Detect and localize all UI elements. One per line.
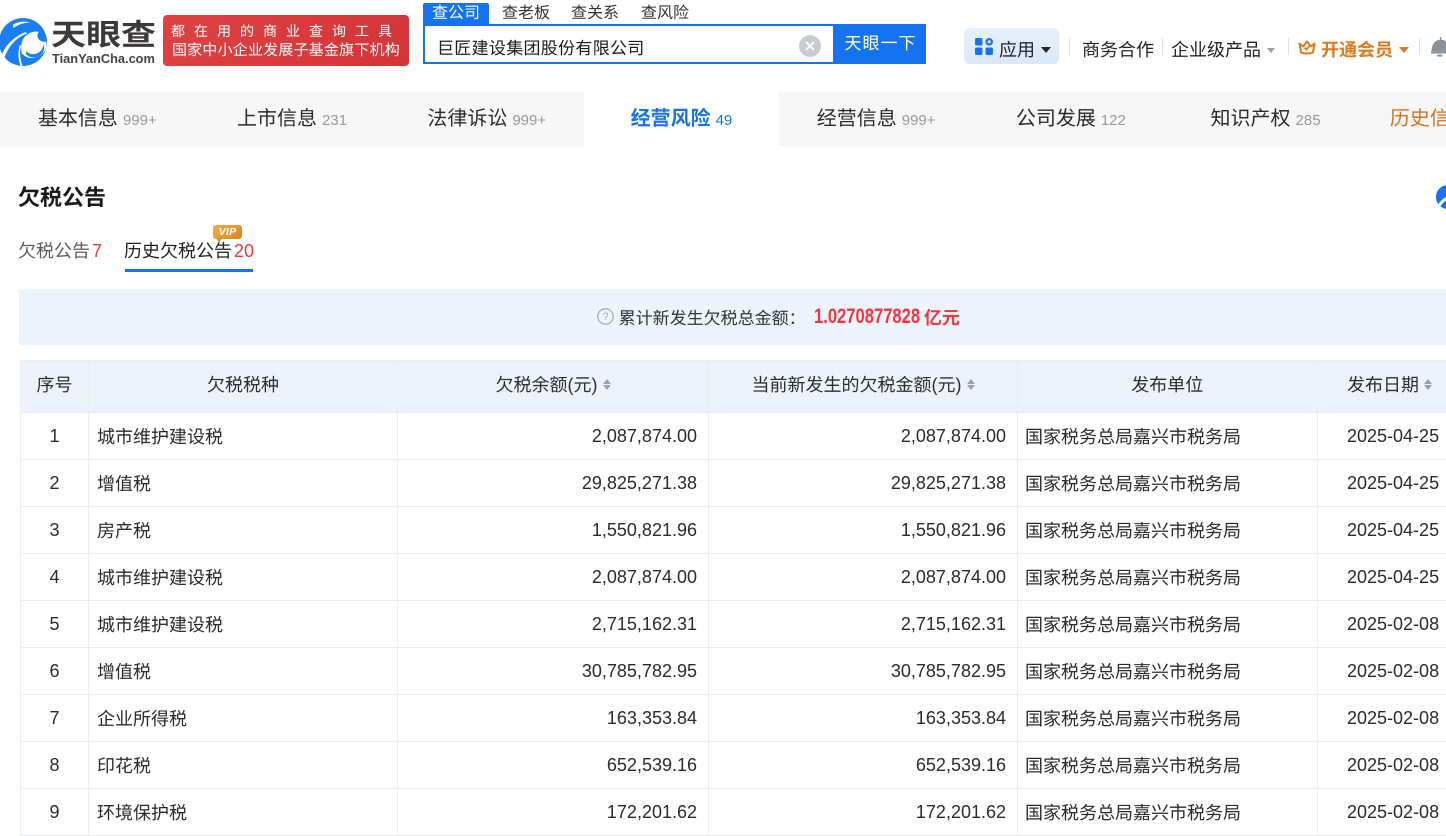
svg-text:?: ?	[602, 311, 608, 323]
